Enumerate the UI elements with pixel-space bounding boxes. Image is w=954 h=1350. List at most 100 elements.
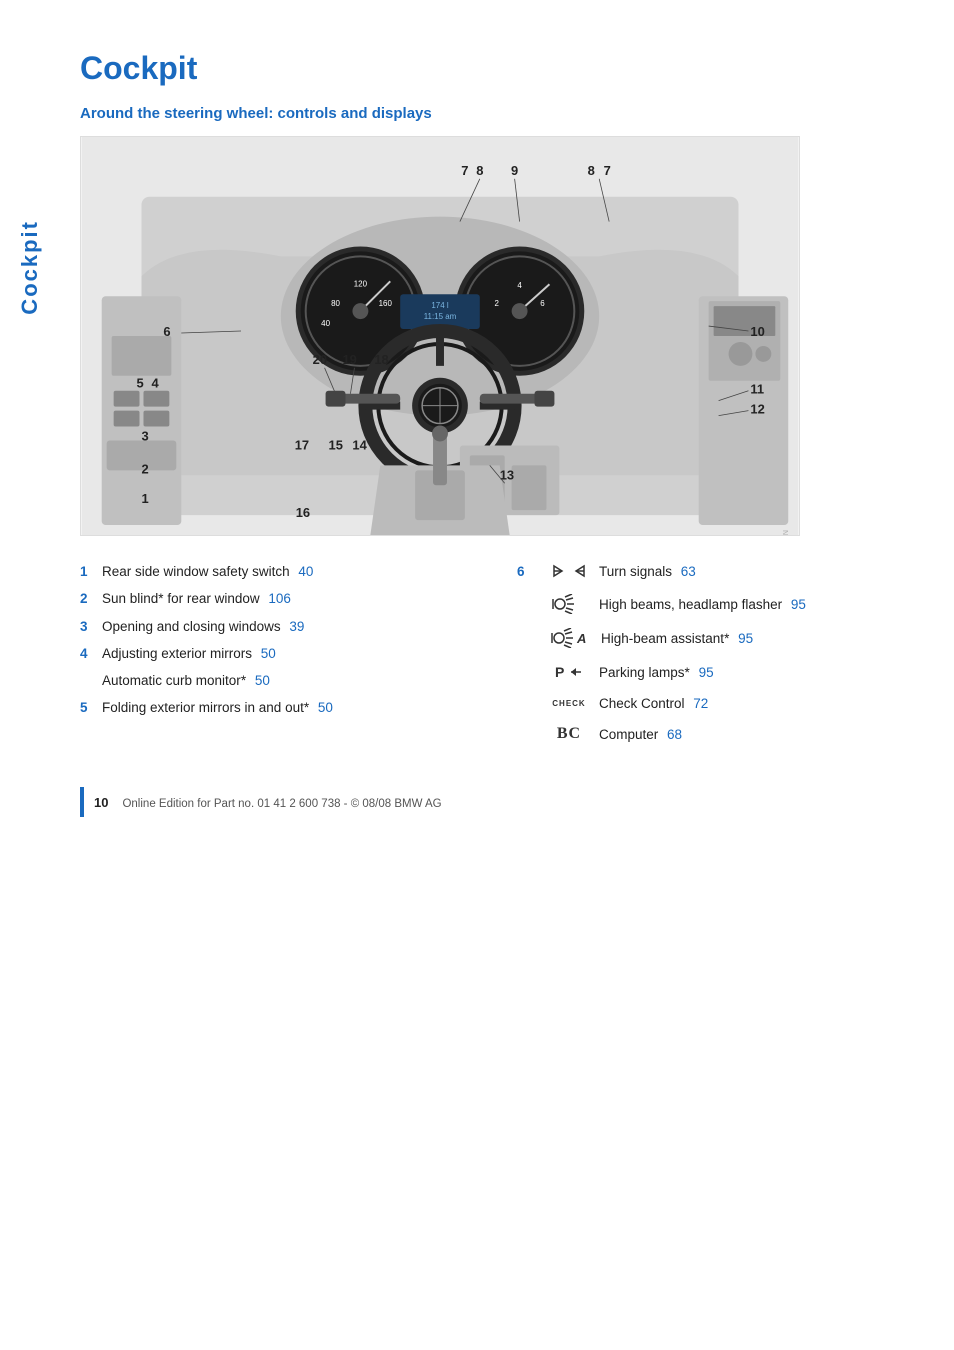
svg-text:10: 10 bbox=[750, 324, 764, 339]
right-list-item: BC Computer 68 bbox=[517, 725, 914, 743]
svg-text:40: 40 bbox=[321, 319, 330, 328]
svg-text:15: 15 bbox=[329, 437, 343, 452]
svg-text:07/2c2085-4N: 07/2c2085-4N bbox=[783, 530, 790, 535]
item-text: Sun blind* for rear window 106 bbox=[102, 589, 291, 609]
item-number: 5 bbox=[80, 698, 102, 718]
svg-text:6: 6 bbox=[540, 299, 545, 308]
right-list-item: P Parking lamps* 95 bbox=[517, 662, 914, 682]
item-text: Computer 68 bbox=[599, 727, 682, 742]
item-page: 50 bbox=[255, 673, 270, 688]
item-number: 6 bbox=[517, 564, 539, 579]
svg-text:120: 120 bbox=[354, 279, 368, 288]
page-container: Cockpit Cockpit Around the steering whee… bbox=[0, 0, 954, 1350]
svg-text:11:15 am: 11:15 am bbox=[424, 312, 457, 321]
svg-text:5: 5 bbox=[137, 376, 144, 391]
svg-text:A: A bbox=[576, 631, 586, 646]
svg-text:7: 7 bbox=[461, 163, 468, 178]
svg-text:2: 2 bbox=[142, 461, 149, 476]
svg-text:8: 8 bbox=[588, 163, 595, 178]
item-text: Rear side window safety switch 40 bbox=[102, 562, 313, 582]
item-number: 3 bbox=[80, 617, 102, 637]
item-page: 50 bbox=[318, 700, 333, 715]
item-page: 95 bbox=[791, 597, 806, 612]
svg-text:7: 7 bbox=[604, 163, 611, 178]
high-beams-icon bbox=[549, 594, 589, 614]
sidebar: Cockpit bbox=[0, 0, 60, 1350]
svg-text:3: 3 bbox=[142, 428, 149, 443]
cockpit-diagram: 120 80 40 160 4 2 6 174 l 11:15 am bbox=[80, 136, 800, 536]
item-text: High beams, headlamp flasher 95 bbox=[599, 597, 806, 612]
footer-page-number: 10 bbox=[94, 795, 108, 810]
lists-container: 1 Rear side window safety switch 40 2 Su… bbox=[80, 562, 914, 757]
svg-text:17: 17 bbox=[295, 437, 309, 452]
svg-text:14: 14 bbox=[352, 437, 367, 452]
svg-text:2: 2 bbox=[494, 299, 499, 308]
page-title: Cockpit bbox=[80, 50, 914, 87]
item-text: Turn signals 63 bbox=[599, 564, 696, 579]
item-page: 95 bbox=[699, 665, 714, 680]
svg-text:1: 1 bbox=[142, 491, 149, 506]
svg-text:12: 12 bbox=[750, 402, 764, 417]
item-number: 2 bbox=[80, 589, 102, 609]
asterisk: * bbox=[685, 665, 690, 680]
item-text: Folding exterior mirrors in and out* 50 bbox=[102, 698, 333, 718]
parking-lamps-icon: P bbox=[549, 662, 589, 682]
right-list: 6 Turn signals 63 bbox=[517, 562, 914, 757]
item-text: Opening and closing windows 39 bbox=[102, 617, 304, 637]
right-list-item: 6 Turn signals 63 bbox=[517, 562, 914, 580]
svg-text:20: 20 bbox=[313, 352, 327, 367]
high-beam-assistant-icon: A bbox=[549, 628, 591, 648]
item-text: High-beam assistant* 95 bbox=[601, 631, 753, 646]
svg-text:9: 9 bbox=[511, 163, 518, 178]
section-heading: Around the steering wheel: controls and … bbox=[80, 105, 914, 122]
right-list-item: CHECK Check Control 72 bbox=[517, 696, 914, 711]
item-text: Parking lamps* 95 bbox=[599, 665, 714, 680]
item-number: 1 bbox=[80, 562, 102, 582]
item-page: 95 bbox=[738, 631, 753, 646]
list-item: 5 Folding exterior mirrors in and out* 5… bbox=[80, 698, 477, 718]
asterisk: * bbox=[158, 591, 163, 606]
check-control-icon: CHECK bbox=[549, 699, 589, 708]
item-text: Check Control 72 bbox=[599, 696, 708, 711]
footer-text: Online Edition for Part no. 01 41 2 600 … bbox=[122, 798, 441, 810]
svg-text:8: 8 bbox=[476, 163, 483, 178]
asterisk: * bbox=[241, 673, 246, 688]
item-page: 106 bbox=[268, 591, 291, 606]
item-page: 40 bbox=[298, 564, 313, 579]
item-page: 50 bbox=[261, 646, 276, 661]
sidebar-label: Cockpit bbox=[17, 220, 43, 315]
svg-text:80: 80 bbox=[331, 299, 340, 308]
left-list: 1 Rear side window safety switch 40 2 Su… bbox=[80, 562, 477, 757]
item-text: Adjusting exterior mirrors 50 bbox=[102, 644, 276, 664]
svg-text:P: P bbox=[555, 664, 564, 680]
right-list-item: High beams, headlamp flasher 95 bbox=[517, 594, 914, 614]
bc-text: BC bbox=[557, 725, 581, 743]
right-list-item: A High-beam assistant* 95 bbox=[517, 628, 914, 648]
footer: 10 Online Edition for Part no. 01 41 2 6… bbox=[80, 787, 914, 817]
item-page: 72 bbox=[693, 696, 708, 711]
check-text: CHECK bbox=[552, 699, 585, 708]
svg-text:4: 4 bbox=[517, 281, 522, 290]
turn-signals-icon bbox=[549, 562, 589, 580]
list-item: 2 Sun blind* for rear window 106 bbox=[80, 589, 477, 609]
footer-content: 10 Online Edition for Part no. 01 41 2 6… bbox=[94, 787, 442, 817]
svg-text:19: 19 bbox=[342, 352, 356, 367]
svg-text:4: 4 bbox=[151, 376, 159, 391]
list-item: 4 Adjusting exterior mirrors 50 bbox=[80, 644, 477, 664]
list-item: 1 Rear side window safety switch 40 bbox=[80, 562, 477, 582]
list-item: 3 Opening and closing windows 39 bbox=[80, 617, 477, 637]
item-text: Automatic curb monitor* 50 bbox=[102, 671, 270, 691]
cockpit-svg: 120 80 40 160 4 2 6 174 l 11:15 am bbox=[81, 137, 799, 535]
asterisk: * bbox=[724, 631, 729, 646]
svg-text:11: 11 bbox=[750, 382, 764, 397]
svg-text:160: 160 bbox=[379, 299, 393, 308]
bc-icon: BC bbox=[549, 725, 589, 743]
item-page: 39 bbox=[289, 619, 304, 634]
svg-text:18: 18 bbox=[374, 352, 388, 367]
svg-text:6: 6 bbox=[163, 324, 170, 339]
item-number: 4 bbox=[80, 644, 102, 664]
svg-text:174 l: 174 l bbox=[431, 301, 448, 310]
asterisk: * bbox=[304, 700, 309, 715]
main-content: Cockpit Around the steering wheel: contr… bbox=[60, 0, 954, 1350]
item-page: 63 bbox=[681, 564, 696, 579]
